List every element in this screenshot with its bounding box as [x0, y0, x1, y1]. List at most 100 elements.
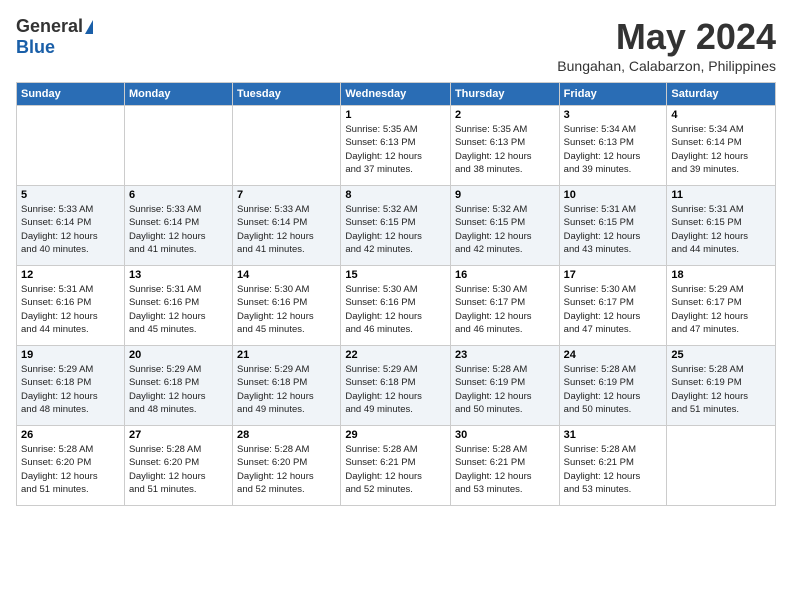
day-info: Sunrise: 5:28 AM Sunset: 6:19 PM Dayligh… — [671, 363, 771, 416]
col-header-thursday: Thursday — [450, 83, 559, 106]
day-info: Sunrise: 5:32 AM Sunset: 6:15 PM Dayligh… — [345, 203, 446, 256]
day-number: 16 — [455, 269, 555, 281]
col-header-sunday: Sunday — [17, 83, 125, 106]
day-info: Sunrise: 5:31 AM Sunset: 6:15 PM Dayligh… — [564, 203, 663, 256]
calendar-cell: 13 Sunrise: 5:31 AM Sunset: 6:16 PM Dayli… — [124, 266, 232, 346]
day-info: Sunrise: 5:30 AM Sunset: 6:16 PM Dayligh… — [237, 283, 336, 336]
calendar-week-row: 19Sunrise: 5:29 AM Sunset: 6:18 PM Dayli… — [17, 346, 776, 426]
calendar-cell: 24 Sunrise: 5:28 AM Sunset: 6:19 PM Dayli… — [559, 346, 667, 426]
day-number: 4 — [671, 109, 771, 121]
calendar-week-row: 5 Sunrise: 5:33 AM Sunset: 6:14 PM Daylig… — [17, 186, 776, 266]
day-number: 1 — [345, 109, 446, 121]
day-info: Sunrise: 5:29 AM Sunset: 6:18 PM Dayligh… — [21, 363, 120, 416]
day-number: 17 — [564, 269, 663, 281]
logo-general-text: General — [16, 16, 83, 37]
calendar-week-row: 12Sunrise: 5:31 AM Sunset: 6:16 PM Dayli… — [17, 266, 776, 346]
calendar-cell: 30 Sunrise: 5:28 AM Sunset: 6:21 PM Dayli… — [450, 426, 559, 506]
calendar-header-row: SundayMondayTuesdayWednesdayThursdayFrid… — [17, 83, 776, 106]
day-info: Sunrise: 5:29 AM Sunset: 6:18 PM Dayligh… — [345, 363, 446, 416]
day-number: 5 — [21, 189, 120, 201]
title-block: May 2024 Bungahan, Calabarzon, Philippin… — [557, 16, 776, 74]
calendar-cell: 9Sunrise: 5:32 AM Sunset: 6:15 PM Daylig… — [450, 186, 559, 266]
day-number: 13 — [129, 269, 228, 281]
location-subtitle: Bungahan, Calabarzon, Philippines — [557, 58, 776, 74]
calendar-cell: 22Sunrise: 5:29 AM Sunset: 6:18 PM Dayli… — [341, 346, 451, 426]
day-number: 26 — [21, 429, 120, 441]
calendar-cell: 26 Sunrise: 5:28 AM Sunset: 6:20 PM Dayli… — [17, 426, 125, 506]
day-number: 21 — [237, 349, 336, 361]
calendar-cell: 21 Sunrise: 5:29 AM Sunset: 6:18 PM Dayli… — [233, 346, 341, 426]
day-info: Sunrise: 5:28 AM Sunset: 6:21 PM Dayligh… — [455, 443, 555, 496]
day-info: Sunrise: 5:29 AM Sunset: 6:18 PM Dayligh… — [237, 363, 336, 416]
day-info: Sunrise: 5:33 AM Sunset: 6:14 PM Dayligh… — [237, 203, 336, 256]
calendar-cell: 10 Sunrise: 5:31 AM Sunset: 6:15 PM Dayli… — [559, 186, 667, 266]
calendar-cell: 20 Sunrise: 5:29 AM Sunset: 6:18 PM Dayli… — [124, 346, 232, 426]
day-info: Sunrise: 5:30 AM Sunset: 6:16 PM Dayligh… — [345, 283, 446, 336]
calendar-cell: 23 Sunrise: 5:28 AM Sunset: 6:19 PM Dayli… — [450, 346, 559, 426]
day-number: 24 — [564, 349, 663, 361]
month-year-title: May 2024 — [557, 16, 776, 58]
day-info: Sunrise: 5:28 AM Sunset: 6:20 PM Dayligh… — [129, 443, 228, 496]
day-number: 8 — [345, 189, 446, 201]
calendar-cell — [17, 106, 125, 186]
day-info: Sunrise: 5:34 AM Sunset: 6:14 PM Dayligh… — [671, 123, 771, 176]
calendar-week-row: 26 Sunrise: 5:28 AM Sunset: 6:20 PM Dayli… — [17, 426, 776, 506]
page-header: General Blue May 2024 Bungahan, Calabarz… — [16, 16, 776, 74]
calendar-cell: 11Sunrise: 5:31 AM Sunset: 6:15 PM Dayli… — [667, 186, 776, 266]
calendar-cell: 19Sunrise: 5:29 AM Sunset: 6:18 PM Dayli… — [17, 346, 125, 426]
day-info: Sunrise: 5:30 AM Sunset: 6:17 PM Dayligh… — [455, 283, 555, 336]
calendar-cell: 2Sunrise: 5:35 AM Sunset: 6:13 PM Daylig… — [450, 106, 559, 186]
calendar-cell: 16 Sunrise: 5:30 AM Sunset: 6:17 PM Dayli… — [450, 266, 559, 346]
day-info: Sunrise: 5:30 AM Sunset: 6:17 PM Dayligh… — [564, 283, 663, 336]
day-number: 20 — [129, 349, 228, 361]
day-number: 10 — [564, 189, 663, 201]
calendar-cell: 1 Sunrise: 5:35 AM Sunset: 6:13 PM Daylig… — [341, 106, 451, 186]
calendar-cell: 17 Sunrise: 5:30 AM Sunset: 6:17 PM Dayli… — [559, 266, 667, 346]
col-header-wednesday: Wednesday — [341, 83, 451, 106]
calendar-cell: 31 Sunrise: 5:28 AM Sunset: 6:21 PM Dayli… — [559, 426, 667, 506]
logo-triangle-icon — [85, 20, 93, 34]
day-info: Sunrise: 5:28 AM Sunset: 6:21 PM Dayligh… — [345, 443, 446, 496]
day-info: Sunrise: 5:29 AM Sunset: 6:17 PM Dayligh… — [671, 283, 771, 336]
calendar-cell: 6Sunrise: 5:33 AM Sunset: 6:14 PM Daylig… — [124, 186, 232, 266]
day-info: Sunrise: 5:35 AM Sunset: 6:13 PM Dayligh… — [345, 123, 446, 176]
calendar-cell: 28Sunrise: 5:28 AM Sunset: 6:20 PM Dayli… — [233, 426, 341, 506]
day-info: Sunrise: 5:31 AM Sunset: 6:16 PM Dayligh… — [21, 283, 120, 336]
day-info: Sunrise: 5:28 AM Sunset: 6:19 PM Dayligh… — [455, 363, 555, 416]
col-header-tuesday: Tuesday — [233, 83, 341, 106]
calendar-table: SundayMondayTuesdayWednesdayThursdayFrid… — [16, 82, 776, 506]
calendar-cell: 18Sunrise: 5:29 AM Sunset: 6:17 PM Dayli… — [667, 266, 776, 346]
calendar-cell: 14 Sunrise: 5:30 AM Sunset: 6:16 PM Dayli… — [233, 266, 341, 346]
day-info: Sunrise: 5:33 AM Sunset: 6:14 PM Dayligh… — [21, 203, 120, 256]
day-info: Sunrise: 5:31 AM Sunset: 6:16 PM Dayligh… — [129, 283, 228, 336]
day-info: Sunrise: 5:28 AM Sunset: 6:20 PM Dayligh… — [21, 443, 120, 496]
day-info: Sunrise: 5:29 AM Sunset: 6:18 PM Dayligh… — [129, 363, 228, 416]
day-number: 31 — [564, 429, 663, 441]
day-number: 7 — [237, 189, 336, 201]
calendar-cell: 4 Sunrise: 5:34 AM Sunset: 6:14 PM Daylig… — [667, 106, 776, 186]
day-info: Sunrise: 5:28 AM Sunset: 6:21 PM Dayligh… — [564, 443, 663, 496]
day-number: 15 — [345, 269, 446, 281]
day-number: 23 — [455, 349, 555, 361]
calendar-week-row: 1 Sunrise: 5:35 AM Sunset: 6:13 PM Daylig… — [17, 106, 776, 186]
calendar-cell — [667, 426, 776, 506]
day-number: 25 — [671, 349, 771, 361]
day-info: Sunrise: 5:31 AM Sunset: 6:15 PM Dayligh… — [671, 203, 771, 256]
calendar-cell: 7 Sunrise: 5:33 AM Sunset: 6:14 PM Daylig… — [233, 186, 341, 266]
calendar-cell: 5 Sunrise: 5:33 AM Sunset: 6:14 PM Daylig… — [17, 186, 125, 266]
day-number: 2 — [455, 109, 555, 121]
calendar-cell: 3Sunrise: 5:34 AM Sunset: 6:13 PM Daylig… — [559, 106, 667, 186]
calendar-cell: 25 Sunrise: 5:28 AM Sunset: 6:19 PM Dayli… — [667, 346, 776, 426]
calendar-cell — [124, 106, 232, 186]
day-number: 30 — [455, 429, 555, 441]
calendar-cell — [233, 106, 341, 186]
col-header-saturday: Saturday — [667, 83, 776, 106]
day-info: Sunrise: 5:28 AM Sunset: 6:19 PM Dayligh… — [564, 363, 663, 416]
calendar-cell: 8 Sunrise: 5:32 AM Sunset: 6:15 PM Daylig… — [341, 186, 451, 266]
day-number: 14 — [237, 269, 336, 281]
calendar-cell: 15 Sunrise: 5:30 AM Sunset: 6:16 PM Dayli… — [341, 266, 451, 346]
calendar-cell: 27Sunrise: 5:28 AM Sunset: 6:20 PM Dayli… — [124, 426, 232, 506]
day-number: 3 — [564, 109, 663, 121]
calendar-cell: 12Sunrise: 5:31 AM Sunset: 6:16 PM Dayli… — [17, 266, 125, 346]
col-header-friday: Friday — [559, 83, 667, 106]
